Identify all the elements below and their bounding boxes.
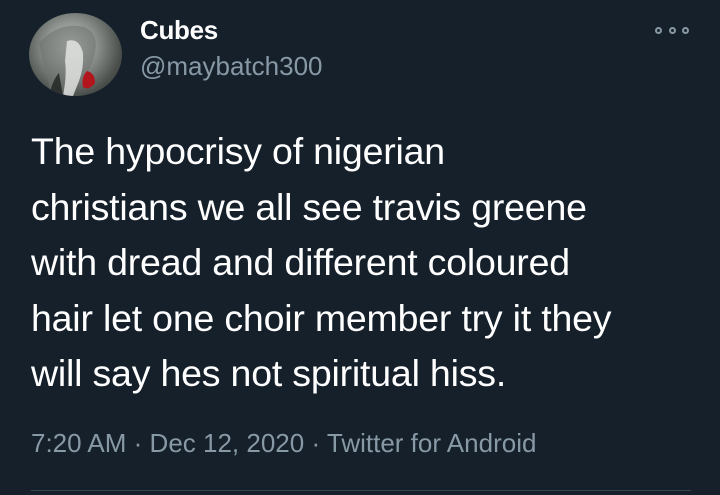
tweet-time[interactable]: 7:20 AM — [31, 428, 126, 458]
divider — [31, 490, 691, 491]
tweet-text: The hypocrisy of nigerian christians we … — [31, 130, 612, 394]
more-dot — [655, 26, 662, 34]
user-handle[interactable]: @maybatch300 — [140, 50, 323, 82]
meta-separator: · — [311, 428, 321, 458]
meta-separator: · — [133, 428, 143, 458]
more-dot — [682, 26, 689, 34]
avatar[interactable] — [29, 13, 122, 96]
tweet-meta: 7:20 AM · Dec 12, 2020 · Twitter for And… — [31, 426, 536, 460]
tweet-date[interactable]: Dec 12, 2020 — [150, 428, 305, 458]
avatar-image — [39, 25, 96, 96]
tweet-card: Cubes @maybatch300 The hypocrisy of nige… — [0, 0, 720, 495]
more-options-icon[interactable] — [655, 22, 689, 38]
more-dot — [668, 26, 676, 34]
tweet-source[interactable]: Twitter for Android — [327, 428, 537, 458]
display-name[interactable]: Cubes — [140, 14, 218, 46]
